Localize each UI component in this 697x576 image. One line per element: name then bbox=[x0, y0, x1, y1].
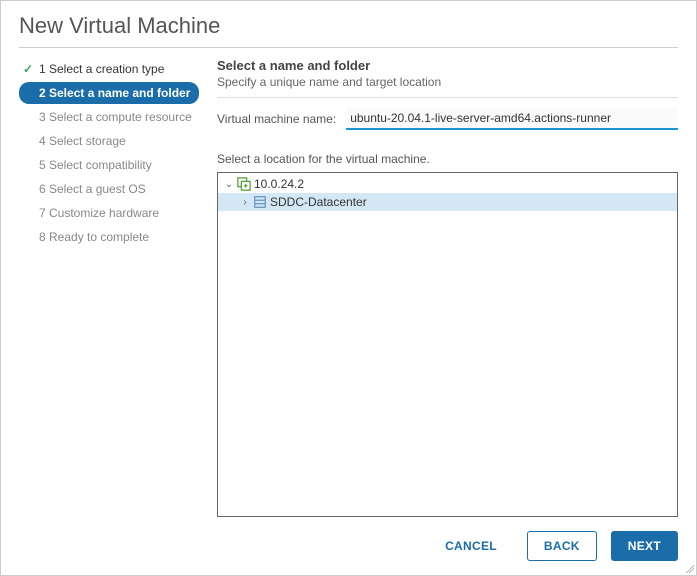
step-creation-type[interactable]: 1 Select a creation type bbox=[19, 58, 199, 80]
panel-subheading: Specify a unique name and target locatio… bbox=[217, 75, 678, 89]
vm-name-label: Virtual machine name: bbox=[217, 112, 336, 126]
step-content: Select a name and folder Specify a uniqu… bbox=[217, 58, 678, 517]
vm-name-row: Virtual machine name: bbox=[217, 108, 678, 130]
tree-node-label: SDDC-Datacenter bbox=[270, 195, 367, 209]
step-ready-complete: 8 Ready to complete bbox=[19, 226, 199, 248]
divider bbox=[217, 97, 678, 98]
dialog-footer: CANCEL BACK NEXT bbox=[1, 517, 696, 575]
location-tree[interactable]: ⌄ 10.0.24.2 › SDD bbox=[217, 172, 678, 517]
back-button[interactable]: BACK bbox=[527, 531, 597, 561]
step-storage: 4 Select storage bbox=[19, 130, 199, 152]
tree-node-host[interactable]: ⌄ 10.0.24.2 bbox=[218, 175, 677, 193]
panel-heading: Select a name and folder bbox=[217, 58, 678, 73]
dialog-title: New Virtual Machine bbox=[1, 1, 696, 47]
tree-node-label: 10.0.24.2 bbox=[254, 177, 304, 191]
resize-grip-icon[interactable] bbox=[684, 563, 694, 573]
next-button[interactable]: NEXT bbox=[611, 531, 678, 561]
new-vm-dialog: New Virtual Machine 1 Select a creation … bbox=[0, 0, 697, 576]
dialog-body: 1 Select a creation type 2 Select a name… bbox=[1, 48, 696, 517]
caret-right-icon[interactable]: › bbox=[240, 197, 250, 208]
vm-name-input[interactable] bbox=[346, 108, 678, 130]
step-compute-resource: 3 Select a compute resource bbox=[19, 106, 199, 128]
caret-down-icon[interactable]: ⌄ bbox=[224, 179, 234, 190]
step-customize-hardware: 7 Customize hardware bbox=[19, 202, 199, 224]
step-compatibility: 5 Select compatibility bbox=[19, 154, 199, 176]
wizard-steps: 1 Select a creation type 2 Select a name… bbox=[19, 58, 199, 517]
step-guest-os: 6 Select a guest OS bbox=[19, 178, 199, 200]
step-name-folder[interactable]: 2 Select a name and folder bbox=[19, 82, 199, 104]
cancel-button[interactable]: CANCEL bbox=[429, 532, 513, 560]
location-label: Select a location for the virtual machin… bbox=[217, 152, 678, 166]
host-icon bbox=[237, 177, 251, 191]
datacenter-icon bbox=[253, 195, 267, 209]
tree-node-datacenter[interactable]: › SDDC-Datacenter bbox=[218, 193, 677, 211]
